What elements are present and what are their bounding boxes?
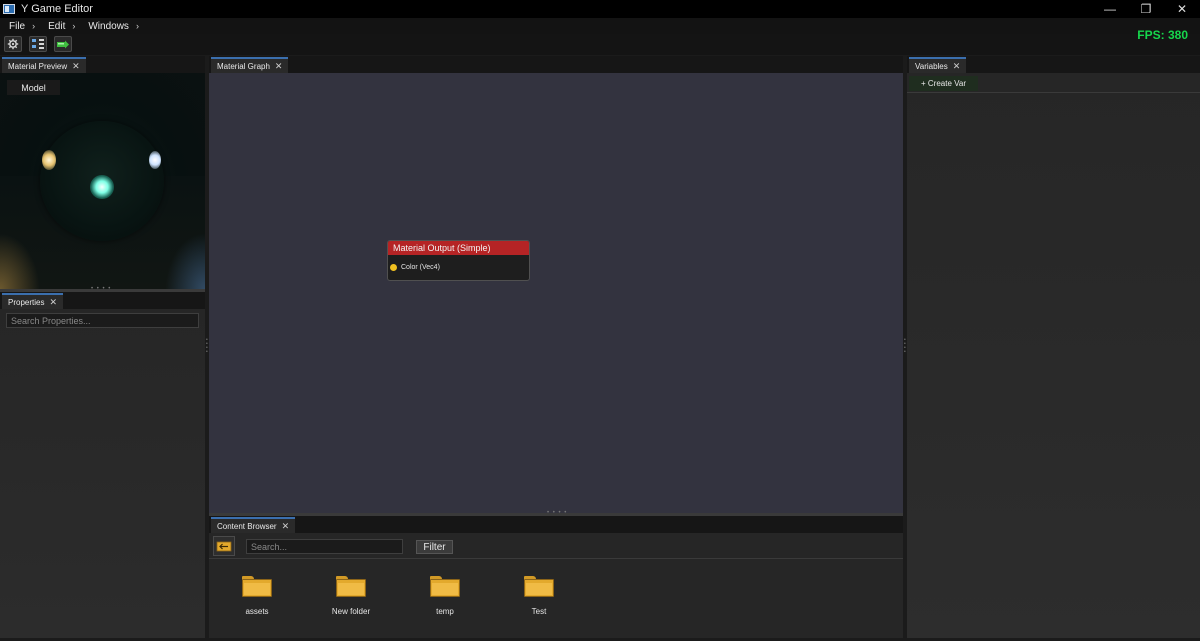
create-var-button[interactable]: + Create Var — [909, 76, 978, 91]
filter-button[interactable]: Filter — [416, 540, 453, 554]
menu-edit-label: Edit — [48, 20, 66, 32]
light-highlight-center — [90, 175, 114, 199]
material-preview-tabstrip: Material Preview ✕ — [0, 56, 205, 73]
close-icon[interactable]: ✕ — [953, 61, 961, 72]
folder-icon — [430, 576, 460, 597]
model-button[interactable]: Model — [7, 80, 60, 95]
menu-windows-label: Windows — [88, 20, 129, 32]
minimize-button[interactable]: — — [1092, 0, 1128, 18]
folder-icon — [336, 576, 366, 597]
divider — [209, 558, 903, 559]
folder-label: assets — [245, 607, 269, 616]
material-preview-viewport[interactable] — [0, 73, 205, 289]
properties-panel: Properties ✕ — [0, 292, 205, 638]
content-browser-tabstrip: Content Browser ✕ — [209, 516, 903, 533]
menu-bar: File › Edit › Windows › — [0, 18, 1200, 34]
node-title: Material Output (Simple) — [388, 241, 529, 255]
tab-label: Properties — [8, 297, 45, 307]
play-icon — [57, 40, 69, 49]
tab-material-preview[interactable]: Material Preview ✕ — [2, 57, 86, 73]
folder-icon — [524, 576, 554, 597]
pin-label: Color (Vec4) — [401, 264, 440, 271]
close-icon[interactable]: ✕ — [282, 521, 290, 532]
node-input-pin[interactable]: Color (Vec4) — [390, 264, 440, 271]
folder-item[interactable]: temp — [405, 576, 485, 622]
hierarchy-icon — [32, 39, 44, 49]
play-button[interactable] — [54, 36, 72, 52]
warm-light-corner — [0, 233, 40, 289]
material-graph-canvas[interactable] — [209, 73, 903, 513]
folder-label: Test — [531, 607, 547, 616]
folder-item[interactable]: assets — [217, 576, 297, 622]
light-highlight-left — [42, 150, 56, 170]
folder-icon — [242, 576, 272, 597]
back-folder-icon — [216, 541, 232, 552]
restore-button[interactable]: ❐ — [1128, 0, 1164, 18]
close-icon[interactable]: ✕ — [275, 61, 283, 72]
toolbar — [0, 34, 1200, 55]
folder-item[interactable]: Test — [499, 576, 579, 622]
tab-variables[interactable]: Variables ✕ — [909, 57, 967, 73]
pin-dot-icon — [390, 264, 397, 271]
close-icon[interactable]: ✕ — [49, 297, 57, 308]
properties-tabstrip: Properties ✕ — [0, 292, 205, 309]
folder-label: temp — [436, 607, 454, 616]
gear-icon — [7, 38, 19, 50]
material-output-node[interactable]: Material Output (Simple) Color (Vec4) — [387, 240, 530, 281]
window-controls: — ❐ ✕ — [1092, 0, 1200, 18]
chevron-right-icon: › — [72, 21, 76, 31]
variables-panel: Variables ✕ — [907, 56, 1200, 638]
app-icon — [3, 4, 15, 14]
cool-light-corner — [165, 233, 205, 289]
tab-label: Material Graph — [217, 61, 270, 71]
fps-counter: FPS: 380 — [1137, 28, 1188, 42]
menu-file-label: File — [9, 20, 26, 32]
close-window-button[interactable]: ✕ — [1164, 0, 1200, 18]
tab-properties[interactable]: Properties ✕ — [2, 293, 64, 309]
menu-edit[interactable]: Edit › — [48, 21, 75, 32]
material-graph-tabstrip: Material Graph ✕ — [209, 56, 903, 73]
light-highlight-right — [149, 151, 161, 169]
folder-item[interactable]: New folder — [311, 576, 391, 622]
menu-windows[interactable]: Windows › — [88, 21, 139, 32]
tab-content-browser[interactable]: Content Browser ✕ — [211, 517, 296, 533]
content-search-input[interactable]: Search... — [246, 539, 403, 554]
tab-label: Material Preview — [8, 61, 68, 71]
tab-label: Variables — [915, 61, 948, 71]
settings-button[interactable] — [4, 36, 22, 52]
close-icon[interactable]: ✕ — [72, 61, 80, 72]
divider — [907, 92, 1200, 93]
tab-label: Content Browser — [217, 521, 277, 531]
variables-tabstrip: Variables ✕ — [907, 56, 1200, 73]
chevron-right-icon: › — [135, 21, 139, 31]
folder-label: New folder — [331, 607, 371, 616]
menu-file[interactable]: File › — [9, 21, 35, 32]
material-graph-panel: Material Graph ✕ — [209, 56, 903, 73]
tab-material-graph[interactable]: Material Graph ✕ — [211, 57, 289, 73]
properties-search-input[interactable]: Search Properties... — [6, 313, 199, 328]
chevron-right-icon: › — [32, 21, 36, 31]
hierarchy-button[interactable] — [29, 36, 47, 52]
window-title: Y Game Editor — [21, 3, 93, 15]
back-button[interactable] — [213, 536, 235, 556]
title-bar: Y Game Editor — ❐ ✕ — [0, 0, 1200, 18]
